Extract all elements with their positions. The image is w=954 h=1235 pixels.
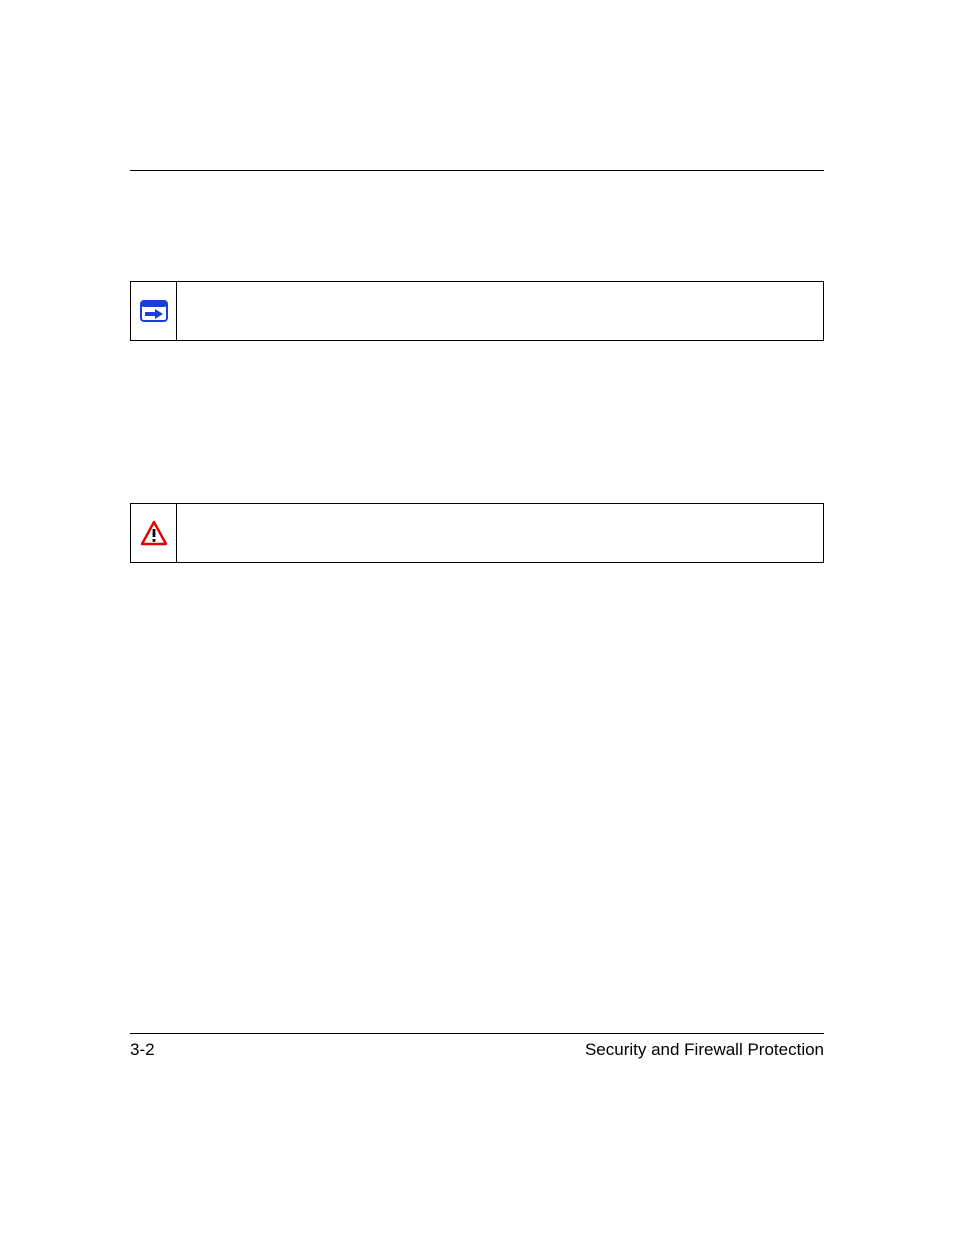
warning-icon bbox=[140, 520, 168, 546]
footer: 3-2 Security and Firewall Protection bbox=[130, 1033, 824, 1060]
page-number: 3-2 bbox=[130, 1040, 155, 1060]
section-title: Security and Firewall Protection bbox=[585, 1040, 824, 1060]
warning-body bbox=[177, 504, 823, 562]
note-icon-cell bbox=[131, 282, 177, 340]
note-callout bbox=[130, 281, 824, 341]
warning-callout bbox=[130, 503, 824, 563]
content-area bbox=[130, 170, 824, 563]
header-rule bbox=[130, 170, 824, 171]
page: 3-2 Security and Firewall Protection bbox=[0, 0, 954, 1235]
warning-icon-cell bbox=[131, 504, 177, 562]
footer-line: 3-2 Security and Firewall Protection bbox=[130, 1040, 824, 1060]
arrow-right-icon bbox=[140, 300, 168, 322]
footer-rule bbox=[130, 1033, 824, 1034]
note-body bbox=[177, 282, 823, 340]
